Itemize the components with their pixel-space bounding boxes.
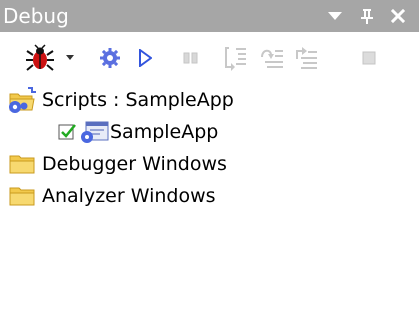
tree-item-sampleapp[interactable]: SampleApp (58, 116, 218, 148)
gear-icon (100, 48, 120, 68)
tree-item-label: SampleApp (110, 121, 219, 143)
debug-toolbar (0, 32, 419, 84)
folder-icon (8, 184, 42, 208)
tree-item-label: Debugger Windows (42, 153, 227, 175)
pause-button[interactable] (180, 44, 202, 72)
close-button[interactable] (385, 0, 411, 32)
tree-item-debugger-windows[interactable]: Debugger Windows (8, 148, 227, 180)
checkmark-icon (58, 124, 76, 140)
stop-button[interactable] (358, 44, 380, 72)
dropdown-arrow-icon (66, 55, 74, 60)
application-icon (80, 120, 110, 144)
bug-dropdown-button[interactable] (62, 44, 78, 72)
panel-titlebar: Debug (0, 0, 419, 32)
pin-icon (361, 9, 373, 24)
tree-item-scripts[interactable]: Scripts : SampleApp (8, 84, 234, 116)
bug-icon (26, 44, 54, 71)
pause-icon (183, 52, 198, 64)
scripts-folder-icon (8, 86, 42, 114)
stop-icon (362, 51, 376, 65)
step-into-icon (225, 47, 246, 71)
break-all-button[interactable] (98, 44, 122, 72)
step-out-button[interactable] (292, 44, 320, 72)
step-over-button[interactable] (258, 44, 286, 72)
step-out-icon (296, 47, 317, 69)
tree-item-label: Analyzer Windows (42, 185, 216, 207)
step-over-icon (261, 49, 283, 68)
continue-button[interactable] (134, 44, 156, 72)
close-icon (390, 8, 406, 24)
checkbox[interactable] (58, 122, 78, 142)
bug-button[interactable] (24, 44, 56, 72)
step-into-button[interactable] (222, 44, 250, 72)
tree-item-analyzer-windows[interactable]: Analyzer Windows (8, 180, 216, 212)
panel-title: Debug (3, 4, 69, 28)
pin-button[interactable] (354, 0, 380, 32)
chevron-down-icon (328, 12, 342, 20)
tree-item-label: Scripts : SampleApp (42, 89, 234, 111)
window-position-dropdown[interactable] (322, 0, 348, 32)
play-icon (139, 49, 152, 67)
folder-icon (8, 152, 42, 176)
